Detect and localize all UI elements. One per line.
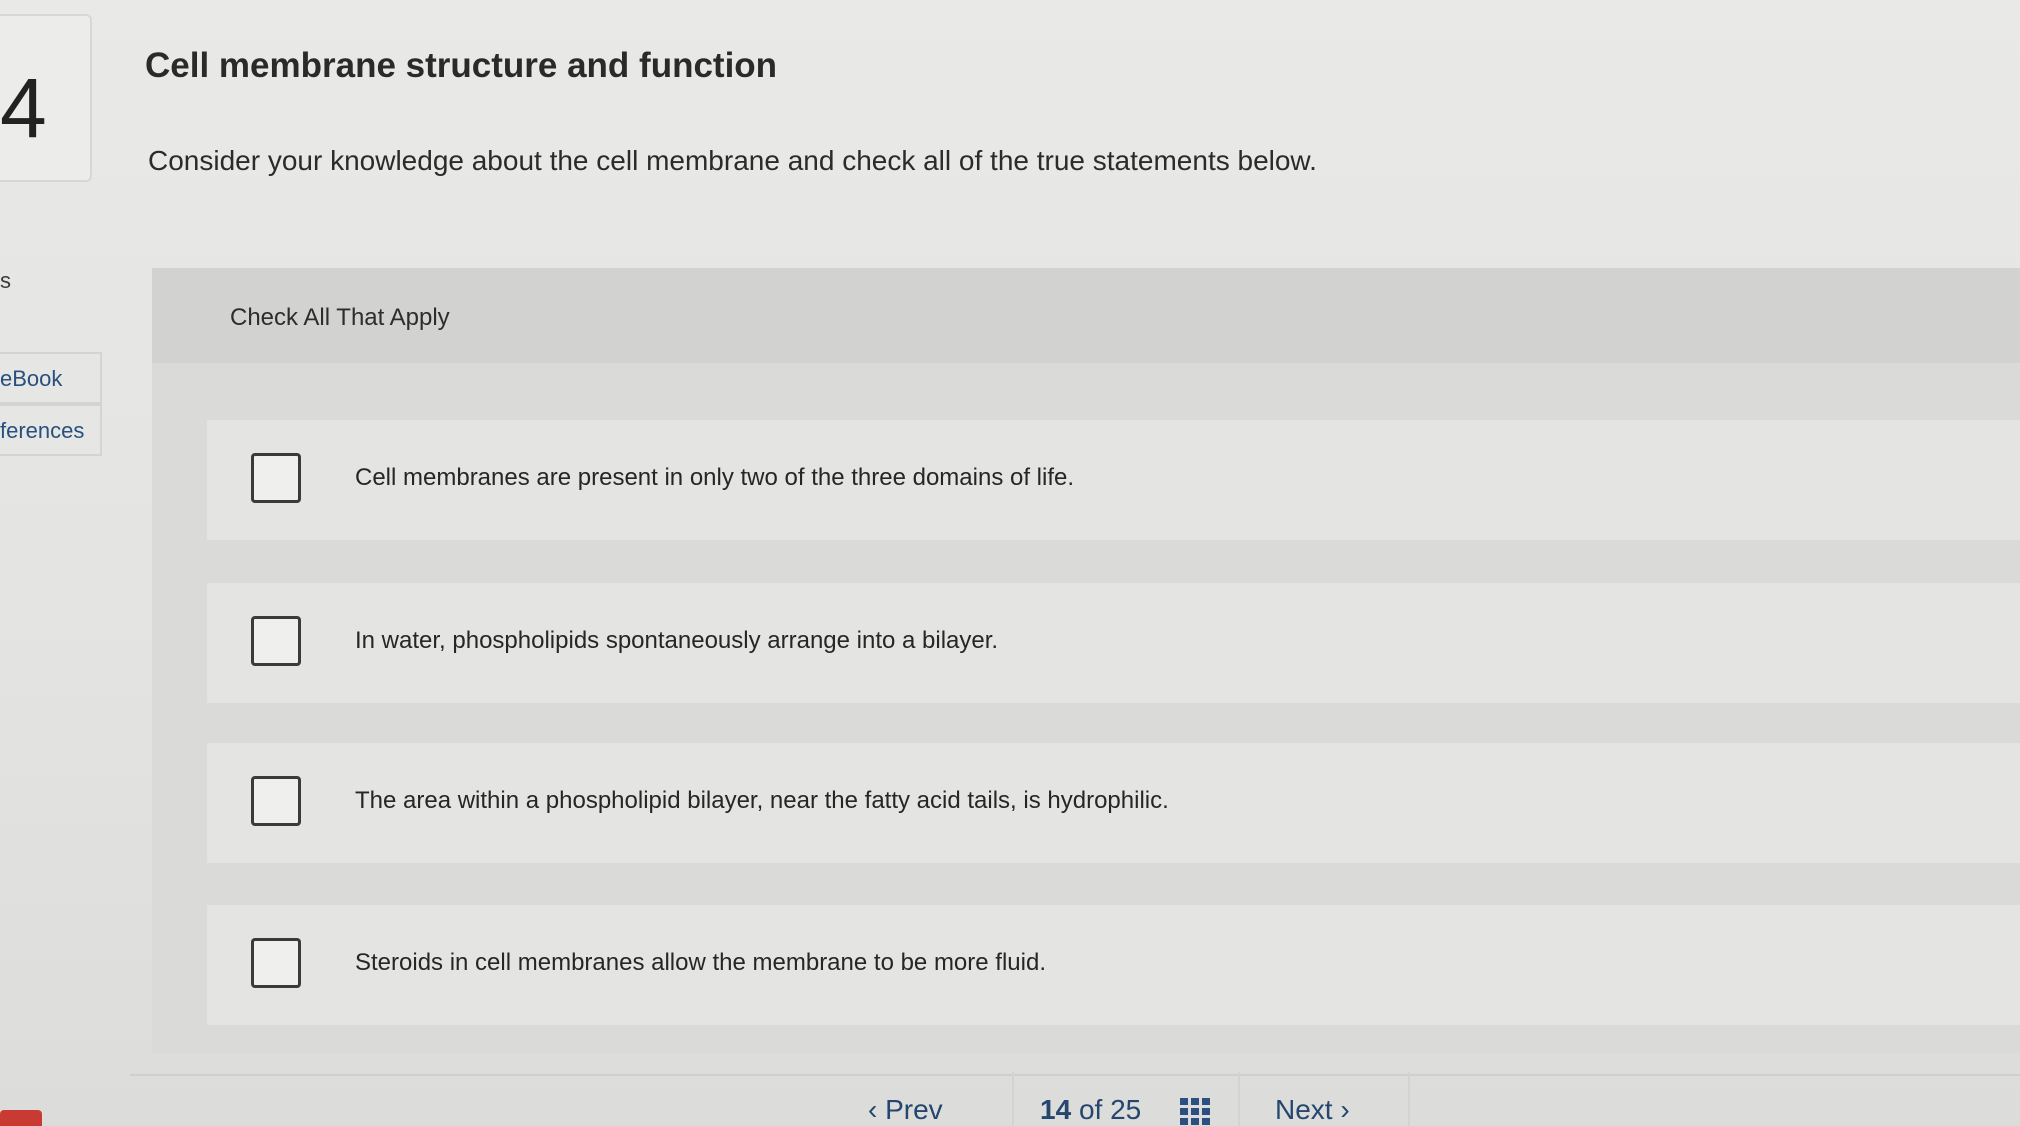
prev-label: Prev	[885, 1094, 943, 1125]
option-2-text: In water, phospholipids spontaneously ar…	[355, 627, 999, 654]
chevron-right-icon: ›	[1340, 1094, 1350, 1125]
nav-divider	[1238, 1072, 1240, 1126]
answer-option-3[interactable]: The area within a phospholipid bilayer, …	[207, 743, 2020, 863]
nav-divider	[1012, 1072, 1014, 1126]
option-3-text: The area within a phospholipid bilayer, …	[355, 787, 1169, 814]
option-3-checkbox[interactable]	[251, 776, 301, 826]
option-4-text: Steroids in cell membranes allow the mem…	[355, 949, 1046, 976]
option-1-text: Cell membranes are present in only two o…	[355, 464, 1075, 491]
ebook-link[interactable]: eBook	[0, 352, 102, 404]
red-tab[interactable]	[0, 1110, 42, 1126]
current-page: 14	[1040, 1094, 1072, 1125]
nav-divider	[1408, 1072, 1410, 1126]
question-instructions: Consider your knowledge about the cell m…	[148, 145, 1317, 176]
total-pages: 25	[1110, 1094, 1142, 1125]
check-all-label: Check All That Apply	[230, 304, 450, 331]
prev-button[interactable]: ‹ Prev	[868, 1094, 943, 1126]
page-indicator: 14 of 25	[1040, 1094, 1141, 1126]
question-number-box: 4	[0, 14, 92, 182]
sidebar-partial-label: s	[0, 268, 11, 293]
next-label: Next	[1275, 1094, 1333, 1125]
next-button[interactable]: Next ›	[1275, 1094, 1350, 1126]
option-2-checkbox[interactable]	[251, 616, 301, 666]
grid-icon[interactable]	[1180, 1098, 1212, 1126]
option-4-checkbox[interactable]	[251, 938, 301, 988]
answer-option-1[interactable]: Cell membranes are present in only two o…	[207, 420, 2020, 540]
footer-divider	[130, 1074, 2020, 1076]
of-label: of	[1078, 1094, 1103, 1125]
check-all-header: Check All That Apply	[152, 268, 2020, 363]
answer-panel: Check All That Apply Cell membranes are …	[152, 268, 2020, 1053]
question-title: Cell membrane structure and function	[145, 46, 778, 85]
references-link[interactable]: ferences	[0, 404, 102, 456]
answer-option-4[interactable]: Steroids in cell membranes allow the mem…	[207, 905, 2020, 1025]
option-1-checkbox[interactable]	[251, 453, 301, 503]
question-number: 4	[0, 61, 47, 155]
chevron-left-icon: ‹	[868, 1094, 878, 1125]
answer-option-2[interactable]: In water, phospholipids spontaneously ar…	[207, 583, 2020, 703]
